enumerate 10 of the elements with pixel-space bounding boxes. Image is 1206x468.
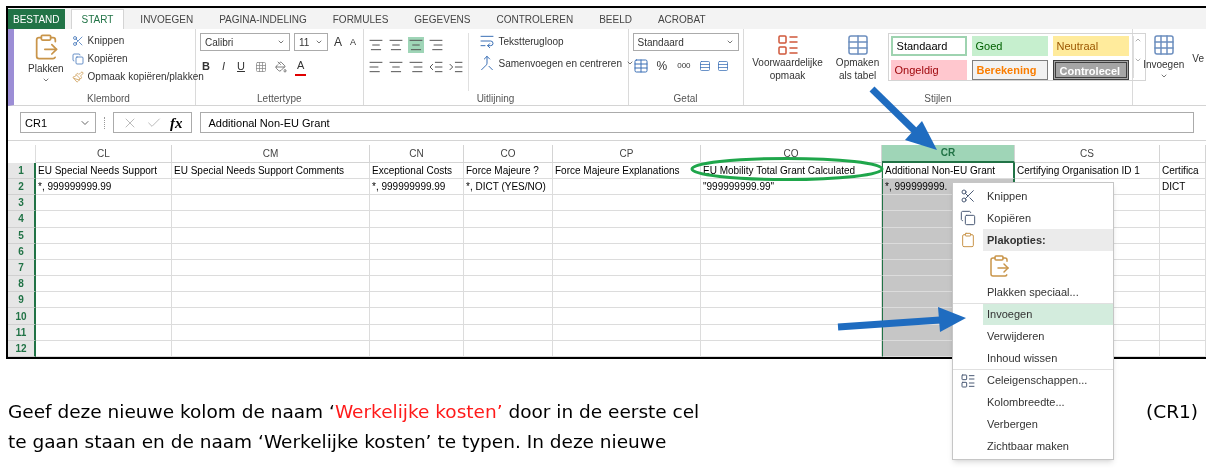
group-label: Uitlijning	[476, 92, 515, 104]
group-label: Getal	[673, 92, 698, 104]
function-label: fx	[170, 113, 183, 133]
group-label: Lettertype	[257, 92, 302, 104]
instruction-text: Geef deze nieuwe kolom de naam ‘Werkelijke kosten’ door in de eerste cel	[8, 400, 700, 424]
menu-section-header: Plakopties:	[983, 229, 1113, 251]
group-label: Stijlen	[924, 92, 952, 104]
group-label: Klembord	[87, 92, 130, 104]
instruction-text: te gaan staan en de naam ‘Werkelijke kosten’ te typen. In deze nieuwe	[8, 430, 668, 454]
cell-reference: (CR1)	[1146, 400, 1198, 424]
